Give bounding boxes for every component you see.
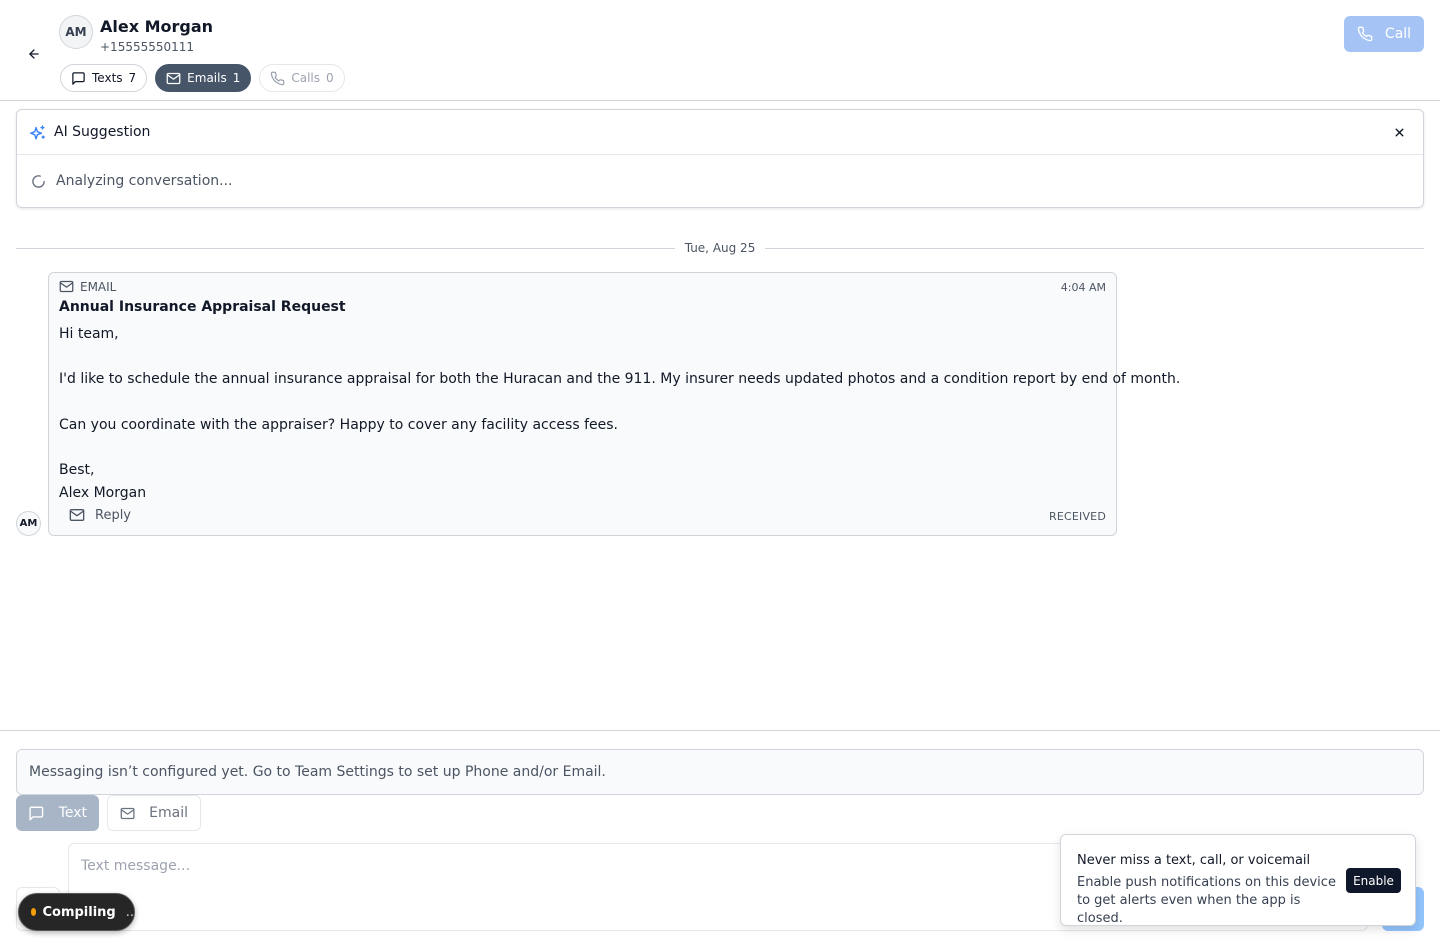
mode-tab-text[interactable]: Text <box>16 795 99 831</box>
compiling-status-pill[interactable]: Compiling .. <box>18 893 135 931</box>
mode-tab-email[interactable]: Email <box>107 795 201 831</box>
tab-count: 7 <box>128 71 137 85</box>
message-square-icon <box>72 71 85 85</box>
mail-icon <box>59 280 74 293</box>
channel-tabs: Texts 7 Emails 1 Calls 0 <box>60 64 345 92</box>
mail-icon <box>120 807 135 819</box>
divider-line <box>765 247 1425 249</box>
ai-suggestion-status: Analyzing conversation... <box>56 173 233 189</box>
email-body-line: Can you coordinate with the appraiser? H… <box>59 416 618 433</box>
message-timestamp: 4:04 AM <box>1060 281 1106 294</box>
contact-phone: +15555550111 <box>100 40 195 54</box>
tab-label: Calls <box>291 71 321 85</box>
ai-suggestion-card: AI Suggestion Analyzing conversation... <box>16 109 1424 208</box>
tab-label: Texts <box>92 71 123 85</box>
composer-mode-tabs: Text Email <box>16 795 201 831</box>
message-direction-badge: RECEIVED <box>1048 510 1106 523</box>
message-square-icon <box>29 806 44 820</box>
email-body-line: Hi team, <box>59 326 119 342</box>
sender-avatar: AM <box>16 511 41 536</box>
phone-icon <box>271 71 285 85</box>
phone-icon <box>1357 26 1373 42</box>
tab-count: 1 <box>232 71 241 85</box>
arrow-left-icon <box>29 49 39 59</box>
contact-name: Alex Morgan <box>100 17 214 36</box>
email-message: EMAIL 4:04 AM Annual Insurance Appraisal… <box>48 272 1181 536</box>
email-subject: Annual Insurance Appraisal Request <box>59 299 346 315</box>
call-button-label: Call <box>1384 26 1412 42</box>
mode-tab-label: Text <box>58 805 87 821</box>
email-type-indicator: EMAIL <box>59 279 116 294</box>
email-body-line: Best, <box>59 462 95 479</box>
call-button[interactable]: Call <box>1344 16 1424 52</box>
email-body-line <box>59 436 1109 459</box>
loading-spinner-icon <box>32 174 45 188</box>
reply-label: Reply <box>95 507 132 523</box>
email-body: Hi team, I'd like to schedule the annual… <box>59 323 1181 505</box>
tab-calls[interactable]: Calls 0 <box>259 64 345 92</box>
tab-emails[interactable]: Emails 1 <box>155 64 252 92</box>
email-body-line: I'd like to schedule the annual insuranc… <box>59 371 1181 388</box>
tab-label: Emails <box>187 71 227 85</box>
mail-icon <box>69 509 85 521</box>
push-prompt-description: Enable push notifications on this device… <box>1077 875 1336 926</box>
contact-avatar: AM <box>59 15 93 49</box>
push-prompt-title: Never miss a text, call, or voicemail <box>1077 853 1311 868</box>
ai-suggestion-body: Analyzing conversation... <box>17 155 1423 207</box>
email-type-label: EMAIL <box>80 279 117 294</box>
config-notice: Messaging isn’t configured yet. Go to Te… <box>16 749 1424 795</box>
mode-tab-label: Email <box>149 805 188 821</box>
email-body-line <box>59 391 1109 414</box>
status-dot <box>31 908 37 916</box>
tab-count: 0 <box>326 71 334 85</box>
ai-suggestion-title: AI Suggestion <box>54 124 151 140</box>
date-label: Tue, Aug 25 <box>684 241 756 255</box>
conversation-header: AM Alex Morgan +15555550111 Texts 7 Emai… <box>0 0 1440 101</box>
email-body-line <box>59 346 1109 369</box>
reply-button[interactable]: Reply <box>69 507 131 523</box>
email-body-line: Alex Morgan <box>59 484 147 501</box>
divider-line <box>16 247 675 249</box>
enable-notifications-button[interactable]: Enable <box>1346 868 1401 893</box>
mail-icon <box>166 72 181 84</box>
sparkles-icon <box>30 124 45 140</box>
tab-texts[interactable]: Texts 7 <box>60 64 148 92</box>
ai-suggestion-header: AI Suggestion <box>17 110 1423 155</box>
close-button[interactable] <box>1391 124 1407 140</box>
date-divider: Tue, Aug 25 <box>16 238 1425 258</box>
close-icon <box>1395 128 1403 136</box>
push-notification-prompt: Never miss a text, call, or voicemail En… <box>1060 834 1416 926</box>
back-button[interactable] <box>24 44 44 64</box>
compiling-label: Compiling <box>42 904 116 920</box>
compiling-dots: .. <box>125 904 134 920</box>
